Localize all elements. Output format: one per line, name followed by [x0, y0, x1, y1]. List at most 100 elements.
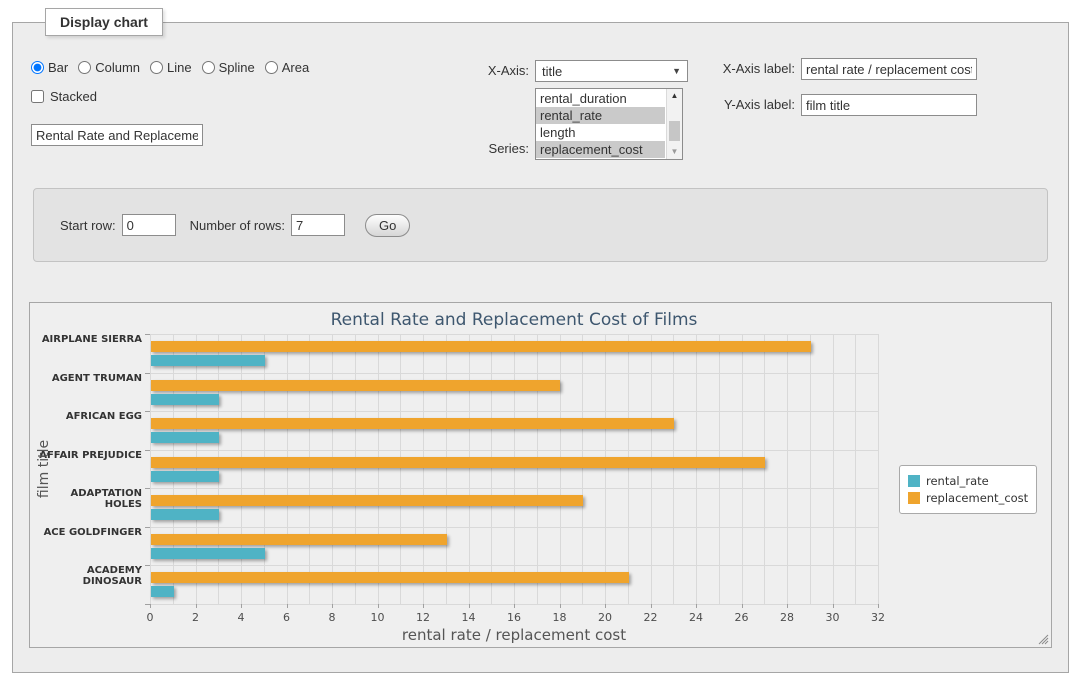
chart-type-option-bar[interactable]: Bar [31, 60, 68, 75]
x-axis-tick [332, 604, 333, 608]
chart-type-radio-line[interactable] [150, 61, 163, 74]
chart-type-radio-spline[interactable] [202, 61, 215, 74]
chart-type-option-area[interactable]: Area [265, 60, 309, 75]
legend-swatch [908, 492, 920, 504]
chart-type-option-column[interactable]: Column [78, 60, 140, 75]
x-axis-select[interactable]: title ▼ [535, 60, 688, 82]
gridline-vertical [810, 334, 811, 604]
legend-item-rental_rate[interactable]: rental_rate [908, 474, 1028, 488]
bar-rental_rate [151, 355, 265, 366]
y-axis-label-field-label: Y-Axis label: [693, 94, 795, 116]
x-axis-tick [833, 604, 834, 608]
scroll-down-icon[interactable]: ▼ [667, 145, 682, 159]
gridline-vertical [332, 334, 333, 604]
y-axis-tick [145, 527, 150, 528]
series-option-replacement_cost[interactable]: replacement_cost [536, 141, 665, 158]
gridline-vertical [696, 334, 697, 604]
stacked-row: Stacked [31, 89, 319, 104]
bar-rental_rate [151, 548, 265, 559]
bar-replacement_cost [151, 341, 811, 352]
x-tick-label: 20 [590, 611, 620, 624]
series-option-rental_rate[interactable]: rental_rate [536, 107, 665, 124]
gridline-vertical [605, 334, 606, 604]
chart-type-label: Area [282, 60, 309, 75]
chart-legend: rental_rate replacement_cost [899, 465, 1037, 514]
stacked-label: Stacked [50, 89, 97, 104]
chart-type-option-spline[interactable]: Spline [202, 60, 255, 75]
category-label: AIRPLANE SIERRA [32, 334, 142, 373]
gridline-horizontal [150, 565, 878, 566]
gridline-vertical [491, 334, 492, 604]
gridline-horizontal [150, 527, 878, 528]
display-chart-fieldset: Display chart BarColumnLineSplineArea St… [12, 8, 1069, 673]
chart-type-label: Bar [48, 60, 68, 75]
chart-type-radio-area[interactable] [265, 61, 278, 74]
bar-rental_rate [151, 394, 219, 405]
x-tick-label: 16 [499, 611, 529, 624]
chart-type-radio-group: Bar Column Line Spline Area [31, 60, 319, 75]
category-label: AGENT TRUMAN [32, 373, 142, 412]
x-tick-label: 12 [408, 611, 438, 624]
chart-type-label: Column [95, 60, 140, 75]
y-axis-tick [145, 488, 150, 489]
series-scrollbar[interactable]: ▲ ▼ [666, 89, 682, 159]
y-axis-label-input[interactable] [801, 94, 977, 116]
gridline-vertical [423, 334, 424, 604]
scroll-up-icon[interactable]: ▲ [667, 89, 682, 103]
series-listbox[interactable]: rental_durationrental_ratelengthreplacem… [535, 88, 683, 160]
legend-label: replacement_cost [926, 491, 1028, 505]
gridline-vertical [378, 334, 379, 604]
chart-type-option-line[interactable]: Line [150, 60, 192, 75]
gridline-vertical [469, 334, 470, 604]
gridline-vertical [173, 334, 174, 604]
chart-container: Rental Rate and Replacement Cost of Film… [29, 302, 1052, 648]
gridline-vertical [355, 334, 356, 604]
gridline-vertical [287, 334, 288, 604]
gridline-vertical [241, 334, 242, 604]
stacked-checkbox[interactable] [31, 90, 44, 103]
gridline-vertical [560, 334, 561, 604]
scrollbar-thumb[interactable] [669, 121, 680, 141]
x-axis-tick [378, 604, 379, 608]
bar-replacement_cost [151, 572, 629, 583]
series-option-rental_duration[interactable]: rental_duration [536, 90, 665, 107]
x-axis-tick [469, 604, 470, 608]
chart-type-radio-column[interactable] [78, 61, 91, 74]
series-label: Series: [437, 140, 529, 158]
gridline-vertical [309, 334, 310, 604]
chart-type-radio-bar[interactable] [31, 61, 44, 74]
num-rows-label: Number of rows: [190, 218, 285, 233]
legend-label: rental_rate [926, 474, 989, 488]
x-tick-label: 0 [135, 611, 165, 624]
gridline-vertical [582, 334, 583, 604]
gridline-vertical [833, 334, 834, 604]
gridline-vertical [400, 334, 401, 604]
x-axis-select-label: X-Axis: [437, 60, 529, 82]
start-row-input[interactable] [122, 214, 176, 236]
y-axis-tick [145, 411, 150, 412]
x-axis-tick [287, 604, 288, 608]
bar-rental_rate [151, 432, 219, 443]
gridline-horizontal [150, 450, 878, 451]
gridline-vertical [673, 334, 674, 604]
x-axis-label-input[interactable] [801, 58, 977, 80]
chart-options-row: BarColumnLineSplineArea Stacked X-Axis: … [29, 58, 1052, 164]
go-button[interactable]: Go [365, 214, 410, 237]
x-tick-label: 2 [181, 611, 211, 624]
num-rows-input[interactable] [291, 214, 345, 236]
resize-handle-icon[interactable] [1038, 634, 1049, 645]
x-axis-tick [241, 604, 242, 608]
legend-item-replacement_cost[interactable]: replacement_cost [908, 491, 1028, 505]
gridline-vertical [855, 334, 856, 604]
x-axis-select-value: title [542, 64, 562, 79]
chart-type-column: Bar Column Line Spline Area Stacked [31, 60, 319, 146]
gridline-horizontal [150, 488, 878, 489]
x-tick-label: 24 [681, 611, 711, 624]
gridline-vertical [264, 334, 265, 604]
series-options: rental_durationrental_ratelengthreplacem… [536, 90, 665, 158]
x-tick-label: 30 [818, 611, 848, 624]
x-tick-label: 22 [636, 611, 666, 624]
series-option-length[interactable]: length [536, 124, 665, 141]
chart-title-input[interactable] [31, 124, 203, 146]
gridline-vertical [787, 334, 788, 604]
